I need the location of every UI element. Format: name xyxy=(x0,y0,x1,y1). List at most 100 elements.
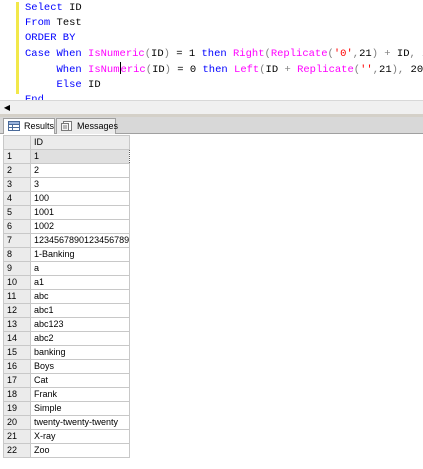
cell-id[interactable]: Frank xyxy=(29,387,131,402)
table-row[interactable]: 16 Boys xyxy=(3,359,131,374)
row-number[interactable]: 11 xyxy=(3,289,31,304)
table-row[interactable]: 21 X-ray xyxy=(3,429,131,444)
cell-id[interactable]: a1 xyxy=(29,275,131,290)
cell-id[interactable]: 1 xyxy=(29,149,131,164)
code-token: then xyxy=(201,47,233,60)
table-row[interactable]: 22 xyxy=(3,163,131,178)
row-number[interactable]: 22 xyxy=(3,443,31,458)
code-token: Case When xyxy=(25,47,89,60)
code-line[interactable]: When IsNumeric(ID) = 0 then Left(ID + Re… xyxy=(25,61,423,76)
cell-id[interactable]: 2 xyxy=(29,163,131,178)
tab-messages[interactable]: Messages xyxy=(56,118,118,134)
row-number[interactable]: 13 xyxy=(3,317,31,332)
table-row[interactable]: 5 1001 xyxy=(3,205,131,220)
change-tracking-bar xyxy=(16,2,19,94)
row-number[interactable]: 14 xyxy=(3,331,31,346)
cell-id[interactable]: 123456789012345678­9 xyxy=(29,233,131,248)
table-row[interactable]: 11 abc xyxy=(3,289,131,304)
code-token: Test xyxy=(56,17,82,30)
code-line[interactable]: Else ID xyxy=(25,79,101,91)
code-token: ID xyxy=(152,63,165,76)
table-row[interactable]: 22 Zoo xyxy=(3,443,131,458)
cell-id[interactable]: abc2 xyxy=(29,331,131,346)
cell-id[interactable]: 100 xyxy=(29,191,131,206)
cell-id[interactable]: X-ray xyxy=(29,429,131,444)
table-row[interactable]: 4 100 xyxy=(3,191,131,206)
row-number[interactable]: 6 xyxy=(3,219,31,234)
query-editor[interactable]: Select ID From Test ORDER BY Case When I… xyxy=(0,0,423,100)
code-token: When xyxy=(25,63,89,76)
column-header-id[interactable]: ID xyxy=(29,135,131,150)
row-number[interactable]: 3 xyxy=(3,177,31,192)
cell-id[interactable]: Boys xyxy=(29,359,131,374)
code-token: + xyxy=(378,47,397,60)
code-line[interactable]: ORDER BY xyxy=(25,32,75,44)
code-token: 21 xyxy=(379,63,392,76)
cell-id[interactable]: a xyxy=(29,261,131,276)
table-row[interactable]: 19 Simple xyxy=(3,401,131,416)
code-line[interactable]: Case When IsNumeric(ID) = 1 then Right(R… xyxy=(25,48,423,60)
cell-id[interactable]: 1-Banking xyxy=(29,247,131,262)
row-number[interactable]: 10 xyxy=(3,275,31,290)
row-number[interactable]: 1 xyxy=(3,149,31,164)
cell-id[interactable]: 1002 xyxy=(29,219,131,234)
table-row[interactable]: 33 xyxy=(3,177,131,192)
row-number[interactable]: 17 xyxy=(3,373,31,388)
cell-id[interactable]: banking xyxy=(29,345,131,360)
table-row[interactable]: 9a xyxy=(3,261,131,276)
cell-id[interactable]: abc xyxy=(29,289,131,304)
row-number[interactable]: 19 xyxy=(3,401,31,416)
cell-id[interactable]: Simple xyxy=(29,401,131,416)
row-number[interactable]: 7 xyxy=(3,233,31,248)
editor-horizontal-scrollbar[interactable]: ◀ xyxy=(0,100,423,114)
table-row[interactable]: 11 xyxy=(3,149,131,164)
table-row[interactable]: 10 a1 xyxy=(3,275,131,290)
table-row[interactable]: 13 abc123 xyxy=(3,317,131,332)
code-token: = 0 xyxy=(170,63,203,76)
cell-id[interactable]: Zoo xyxy=(29,443,131,458)
cell-id[interactable]: abc1 xyxy=(29,303,131,318)
code-token: 20 xyxy=(404,63,423,76)
row-number[interactable]: 20 xyxy=(3,415,31,430)
code-token: ID xyxy=(151,47,164,60)
row-number[interactable]: 4 xyxy=(3,191,31,206)
code-token: Else xyxy=(25,79,89,92)
cell-id[interactable]: 3 xyxy=(29,177,131,192)
code-token: Right xyxy=(233,47,265,60)
row-number[interactable]: 15 xyxy=(3,345,31,360)
table-row[interactable]: 14 abc2 xyxy=(3,331,131,346)
table-row[interactable]: 15 banking xyxy=(3,345,131,360)
table-row[interactable]: 8 1-Banking xyxy=(3,247,131,262)
code-token: ID xyxy=(396,47,410,60)
cell-id[interactable]: 1001 xyxy=(29,205,131,220)
cell-id[interactable]: abc123 xyxy=(29,317,131,332)
row-number[interactable]: 8 xyxy=(3,247,31,262)
scroll-left-arrow-icon[interactable]: ◀ xyxy=(1,102,13,113)
grid-corner[interactable] xyxy=(3,135,31,150)
row-number[interactable]: 9 xyxy=(3,261,31,276)
code-line[interactable]: From Test xyxy=(25,17,82,29)
row-number[interactable]: 16 xyxy=(3,359,31,374)
table-row[interactable]: 12 abc1 xyxy=(3,303,131,318)
table-row[interactable]: 20 twenty-twenty-twenty xyxy=(3,415,131,430)
row-number[interactable]: 18 xyxy=(3,387,31,402)
table-row[interactable]: 6 1002 xyxy=(3,219,131,234)
code-token: ), xyxy=(391,63,405,76)
row-number[interactable]: 5 xyxy=(3,205,31,220)
sql-code[interactable]: Select ID From Test ORDER BY Case When I… xyxy=(25,1,423,100)
row-number[interactable]: 2 xyxy=(3,163,31,178)
code-token: '0' xyxy=(333,47,353,60)
code-token: eric xyxy=(120,63,146,76)
row-number[interactable]: 21 xyxy=(3,429,31,444)
code-token: then xyxy=(202,63,235,76)
code-line[interactable]: Select ID xyxy=(25,2,82,14)
code-token: Replicate xyxy=(270,47,328,60)
row-number[interactable]: 12 xyxy=(3,303,31,318)
table-row[interactable]: 17 Cat xyxy=(3,373,131,388)
cell-id[interactable]: twenty-twenty-twenty xyxy=(29,415,131,430)
code-token: ID xyxy=(69,2,82,14)
table-row[interactable]: 18 Frank xyxy=(3,387,131,402)
table-row[interactable]: 7 123456789012345678­9 xyxy=(3,233,131,248)
tab-results[interactable]: Results xyxy=(3,118,55,135)
cell-id[interactable]: Cat xyxy=(29,373,131,388)
